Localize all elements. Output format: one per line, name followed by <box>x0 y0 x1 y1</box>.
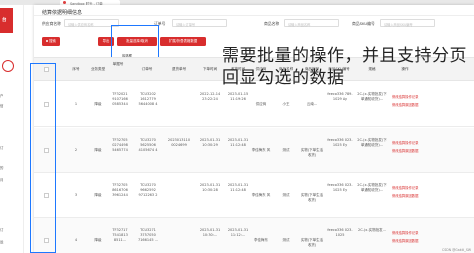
col-order: 订单号 <box>141 67 153 71</box>
sku-input[interactable]: 请输入商品SKU编号 <box>380 19 435 27</box>
cell-order: TCU3270 9662592 9712263 2 <box>138 183 158 197</box>
cell-order-time: 2023-01-31 10:30:29 <box>199 138 221 147</box>
search-button[interactable]: 搜索 <box>42 37 60 46</box>
col-spec: 规格 <box>368 67 376 71</box>
cell-return: 2023013110 0024699 <box>167 138 191 147</box>
edit-record-link[interactable]: 修改结算操作记录 <box>392 230 418 235</box>
cell-supplier: 李佳梅东 风 <box>251 193 271 197</box>
cell-product-no: 云南... <box>306 102 318 106</box>
cell-doc: TF32717 7541813 8511... <box>112 228 128 242</box>
cell-supplier: 李佳梅东 <box>254 238 268 242</box>
sidebar-item[interactable]: 户 <box>0 93 3 98</box>
cell-product-no: 实物(下单生活收货) <box>300 193 324 202</box>
order-no-input[interactable]: 请输入订单号 <box>172 19 227 27</box>
cell-sku: feeco336 023-1025 Ey <box>327 183 353 192</box>
cell-recv-time: 2023-01-31 11:12:48 <box>227 138 249 147</box>
cell-recv-time: 2023-01-31 11:12:... <box>227 228 249 237</box>
cell-type: 降级 <box>94 102 102 106</box>
cell-index: 2 <box>74 148 78 152</box>
product-name-label: 商品名称 <box>264 21 280 26</box>
cell-spec: 2C-(x-实物批发... <box>358 228 386 232</box>
cell-order-time: 2022-12-14 23:22:24 <box>199 92 221 101</box>
cell-product-no: 实物(下单生活收货) <box>300 238 324 247</box>
edit-reason-link[interactable]: 修改结算原因数据 <box>392 193 418 198</box>
cell-product: 小王 <box>282 102 290 106</box>
col-doc: 单据号 <box>112 62 124 66</box>
divider <box>34 15 474 16</box>
watermark: CSDN @Gakiii_SW <box>442 248 471 252</box>
cell-product: 测试 <box>282 238 290 242</box>
cell-doc: TF32705 8616706 3961244 <box>112 183 128 197</box>
cell-index: 1 <box>74 102 78 106</box>
sidebar: 台 户 信 订 的 月 订 运 <box>0 5 24 253</box>
cell-order: TCU3202 1612779 5644008 4 <box>138 92 158 106</box>
product-name-input[interactable]: 请输入商品名称 <box>284 19 339 27</box>
cell-supplier: 李佳梅东 风 <box>251 148 271 152</box>
sidebar-item[interactable]: 的 <box>0 165 3 170</box>
cell-sku: feeco336 023-1025 <box>327 228 353 237</box>
table-row[interactable]: 4 降级 TF32717 7541813 8511... TCU3271 375705… <box>34 218 474 253</box>
sidebar-item[interactable]: 信 <box>0 103 3 108</box>
cell-index: 3 <box>74 193 78 197</box>
cell-product: 测试 <box>282 148 290 152</box>
favicon-icon <box>63 1 66 4</box>
sku-placeholder: 请输入商品SKU编号 <box>384 22 413 27</box>
sidebar-item[interactable]: 订 <box>0 227 3 232</box>
cell-order-time: 2023-01-31 10:30:28 <box>199 183 221 192</box>
cell-type: 降级 <box>94 148 102 152</box>
edit-record-link[interactable]: 修改结算操作记录 <box>392 185 418 190</box>
cell-product-no: 实物(下单生活收货) <box>300 148 324 157</box>
edit-record-link[interactable]: 修改结算操作记录 <box>392 140 418 145</box>
sku-label: 商品SKU编号 <box>352 21 375 26</box>
cell-doc: TF32705 0274498 5465774 <box>112 138 128 152</box>
cell-index: 4 <box>74 238 78 242</box>
settlement-dialog: 结算依据明细信息 供应商名称 请输入供应商名称 订单号 请输入订单号 商品名称 … <box>30 5 474 253</box>
cell-recv-time: 2023-01-31 11:12:48 <box>227 183 249 192</box>
expand-table-button[interactable]: 扩展/折叠表格数据 <box>160 37 206 46</box>
edit-record-link[interactable]: 修改结算操作记录 <box>392 94 418 99</box>
table-row[interactable]: 1 降级 TF32021 9107166 0585344 TCU3202 161277… <box>34 82 474 127</box>
order-no-placeholder: 请输入订单号 <box>176 22 196 27</box>
cell-sku: feeco336 023-1025 Ey <box>327 138 353 147</box>
cell-type: 降级 <box>94 238 102 242</box>
col-return: 退货单号 <box>171 67 187 71</box>
col-index: 序号 <box>72 67 80 71</box>
ring-icon[interactable] <box>2 60 14 72</box>
cell-sku: feeco336 789-1029 Ay <box>327 92 353 101</box>
cell-order: TCU3270 5625506 4105674 4 <box>138 138 158 152</box>
highlight-box <box>111 25 159 59</box>
supplier-placeholder: 请输入供应商名称 <box>68 22 94 27</box>
cell-spec: 2C-(x-实物批发(下单通知收货)... <box>357 92 387 101</box>
cell-doc: TF32021 9107166 0585344 <box>112 92 128 106</box>
logo-text: 台 <box>2 18 7 23</box>
cell-product: 测试 <box>282 193 290 197</box>
edit-reason-link[interactable]: 修改结算原因数据 <box>392 148 418 153</box>
col-order-time: 下单时间 <box>202 67 218 71</box>
edit-reason-link[interactable]: 修改结算原因数据 <box>392 102 418 107</box>
checkbox-column-highlight <box>30 63 56 253</box>
cell-supplier: 供应商 <box>255 102 267 106</box>
edit-reason-link[interactable]: 修改结算原因数据 <box>392 238 418 243</box>
cell-order: TCU3271 3757050 7166145 ... <box>137 228 159 242</box>
annotation-line-2: 回显勾选的数据 <box>222 68 345 88</box>
sidebar-item[interactable]: 运 <box>0 239 3 244</box>
cell-spec: 2C-(x-实物批发(下单通知收货)... <box>357 183 387 192</box>
product-name-placeholder: 请输入商品名称 <box>288 22 311 27</box>
cell-spec: 2C-(x-实物批发(下单通知收货)... <box>357 138 387 147</box>
cell-type: 降级 <box>94 193 102 197</box>
supplier-label: 供应商名称 <box>42 21 61 26</box>
table-row[interactable]: 3 降级 TF32705 8616706 3961244 TCU3270 966259… <box>34 173 474 218</box>
sidebar-item[interactable]: 月 <box>0 177 3 182</box>
sidebar-item[interactable]: 订 <box>0 145 3 150</box>
col-actions: 操作 <box>401 67 409 71</box>
app-logo: 台 <box>0 8 13 33</box>
cell-order-time: 2023-01-31 10:30:... <box>199 228 221 237</box>
table-row[interactable]: 2 降级 TF32705 0274498 5465774 TCU3270 562550… <box>34 128 474 173</box>
col-type: 业务类型 <box>90 67 106 71</box>
cell-recv-time: 2023-01-15 11:19:26 <box>227 92 249 101</box>
